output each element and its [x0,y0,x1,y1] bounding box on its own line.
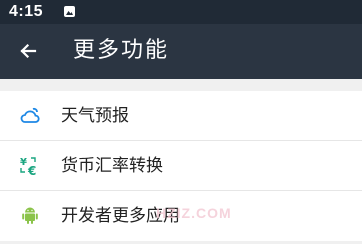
app-bar: 更多功能 [0,24,362,79]
menu-label-currency: 货币汇率转换 [61,156,163,176]
image-notification-icon [64,6,75,17]
android-icon [19,205,41,227]
menu-item-weather[interactable]: 天气预报 [0,91,362,141]
menu-item-currency[interactable]: ¥ € 货币汇率转换 [0,141,362,191]
svg-text:€: € [27,164,36,177]
back-button[interactable] [14,37,42,65]
status-bar: 4:15 [0,0,362,24]
page-title: 更多功能 [73,38,170,63]
currency-exchange-icon: ¥ € [19,155,41,177]
svg-text:¥: ¥ [20,157,27,168]
menu-label-weather: 天气预报 [61,106,129,126]
status-time: 4:15 [9,3,44,20]
watermark: HZIZ.COM [156,205,232,221]
weather-cloud-icon [19,105,41,127]
arrow-left-icon [20,43,37,59]
